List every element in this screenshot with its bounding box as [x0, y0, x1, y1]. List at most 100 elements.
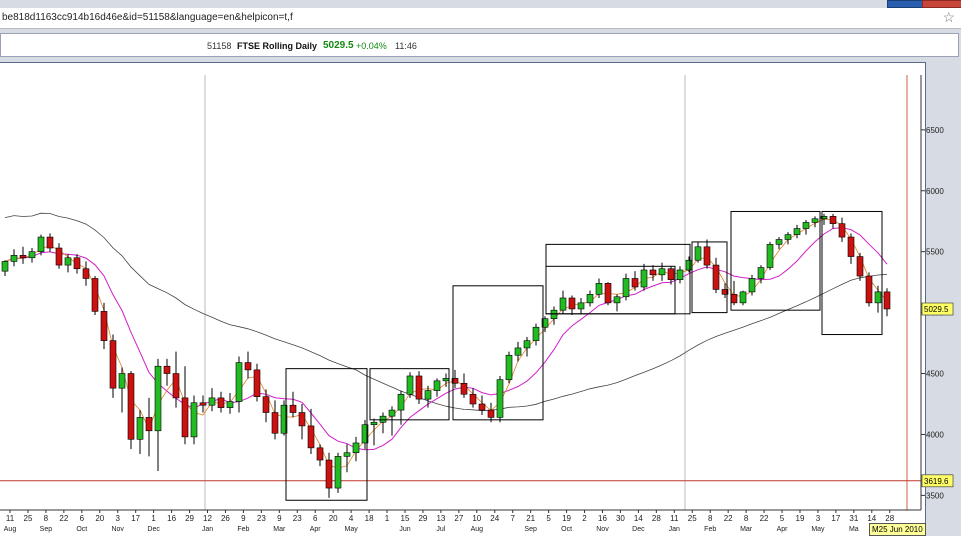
- x-tick-month-label: Sep: [524, 526, 537, 533]
- candle-body: [352, 442, 360, 454]
- x-tick-day-label: 9: [241, 514, 246, 523]
- candle-body: [307, 425, 315, 449]
- x-tick-day-label: 21: [526, 514, 535, 523]
- candle-body: [550, 309, 558, 319]
- x-tick-month-label: Nov: [111, 526, 124, 533]
- x-tick-day-label: 17: [831, 514, 840, 523]
- candle-body: [739, 291, 747, 304]
- x-tick-day-label: 29: [185, 514, 194, 523]
- x-tick-day-label: 19: [562, 514, 571, 523]
- candle-body: [109, 340, 117, 389]
- x-tick-day-label: 5: [780, 514, 785, 523]
- x-tick-month-label: Apr: [310, 526, 322, 533]
- candle-body: [325, 459, 333, 489]
- candle-body: [298, 412, 306, 427]
- x-tick-month-label: May: [811, 526, 825, 533]
- x-tick-month-label: Sep: [40, 526, 53, 533]
- y-tick-label: 4500: [926, 370, 944, 379]
- x-tick-day-label: 17: [131, 514, 140, 523]
- x-tick-day-label: 31: [849, 514, 858, 523]
- candle-body: [397, 393, 405, 411]
- x-tick-month-label: Dec: [632, 526, 645, 533]
- x-tick-day-label: 28: [652, 514, 661, 523]
- x-tick-day-label: 16: [598, 514, 607, 523]
- candle-body: [577, 302, 585, 310]
- x-tick-month-label: Oct: [561, 526, 572, 533]
- x-tick-month-label: Jun: [399, 526, 410, 533]
- candle-body: [775, 239, 783, 245]
- x-tick-month-label: Jan: [669, 526, 680, 533]
- candlestick-chart[interactable]: 35004000450050005500600065005029.53619.6…: [0, 0, 961, 535]
- candle-body: [586, 294, 594, 304]
- candle-body: [244, 362, 252, 371]
- x-tick-day-label: 28: [885, 514, 894, 523]
- crosshair-date-badge: M25 Jun 2010: [869, 523, 926, 536]
- candle-body: [847, 236, 855, 257]
- x-tick-day-label: 25: [24, 514, 33, 523]
- candle-body: [388, 409, 396, 417]
- reference-level-marker-label: 3619.6: [924, 477, 949, 486]
- x-tick-day-label: 20: [95, 514, 104, 523]
- candle-body: [163, 365, 171, 374]
- candle-body: [460, 382, 468, 395]
- x-tick-day-label: 20: [329, 514, 338, 523]
- x-tick-day-label: 24: [490, 514, 499, 523]
- candle-body: [55, 247, 63, 266]
- candle-body: [532, 326, 540, 341]
- candle-body: [64, 257, 72, 266]
- candle-body: [19, 255, 27, 259]
- candle-body: [523, 340, 531, 349]
- candle-body: [631, 278, 639, 288]
- x-tick-day-label: 3: [816, 514, 821, 523]
- candle-body: [766, 244, 774, 268]
- moving-average-medium: [4, 227, 888, 451]
- candle-body: [100, 311, 108, 341]
- y-tick-label: 5500: [926, 248, 944, 257]
- candle-body: [118, 373, 126, 389]
- candle-body: [883, 291, 891, 310]
- candle-body: [730, 294, 738, 304]
- candle-body: [424, 390, 432, 400]
- candle-body: [235, 362, 243, 402]
- x-tick-day-label: 8: [44, 514, 49, 523]
- x-tick-month-label: Dec: [147, 526, 160, 533]
- candle-body: [271, 412, 279, 434]
- x-tick-day-label: 11: [6, 514, 15, 523]
- candle-body: [667, 268, 675, 281]
- x-tick-month-label: Nov: [596, 526, 609, 533]
- candle-body: [379, 415, 387, 423]
- candle-body: [487, 409, 495, 418]
- x-tick-day-label: 6: [313, 514, 318, 523]
- candle-body: [172, 373, 180, 399]
- x-tick-month-label: Apr: [777, 526, 789, 533]
- candle-body: [649, 269, 657, 276]
- candle-body: [658, 268, 666, 276]
- candle-body: [154, 365, 162, 432]
- x-tick-month-label: Oct: [76, 526, 87, 533]
- x-tick-day-label: 1: [385, 514, 390, 523]
- candle-body: [478, 403, 486, 411]
- x-tick-day-label: 10: [472, 514, 481, 523]
- x-tick-day-label: 16: [167, 514, 176, 523]
- x-tick-month-label: Feb: [704, 526, 716, 533]
- x-tick-day-label: 22: [59, 514, 68, 523]
- candle-body: [226, 401, 234, 408]
- x-tick-day-label: 29: [418, 514, 427, 523]
- x-tick-month-label: Jul: [436, 526, 445, 533]
- candle-body: [73, 257, 81, 270]
- x-tick-day-label: 22: [760, 514, 769, 523]
- x-tick-day-label: 27: [454, 514, 463, 523]
- candle-body: [406, 375, 414, 395]
- candle-body: [37, 236, 45, 252]
- x-tick-day-label: 9: [277, 514, 282, 523]
- candle-body: [505, 354, 513, 380]
- candle-body: [217, 397, 225, 408]
- candle-body: [829, 216, 837, 224]
- candle-body: [694, 246, 702, 261]
- candle-body: [190, 402, 198, 438]
- candle-body: [136, 417, 144, 440]
- y-tick-label: 6000: [926, 187, 944, 196]
- candle-body: [874, 291, 882, 304]
- y-tick-label: 6500: [926, 126, 944, 135]
- candle-body: [415, 375, 423, 400]
